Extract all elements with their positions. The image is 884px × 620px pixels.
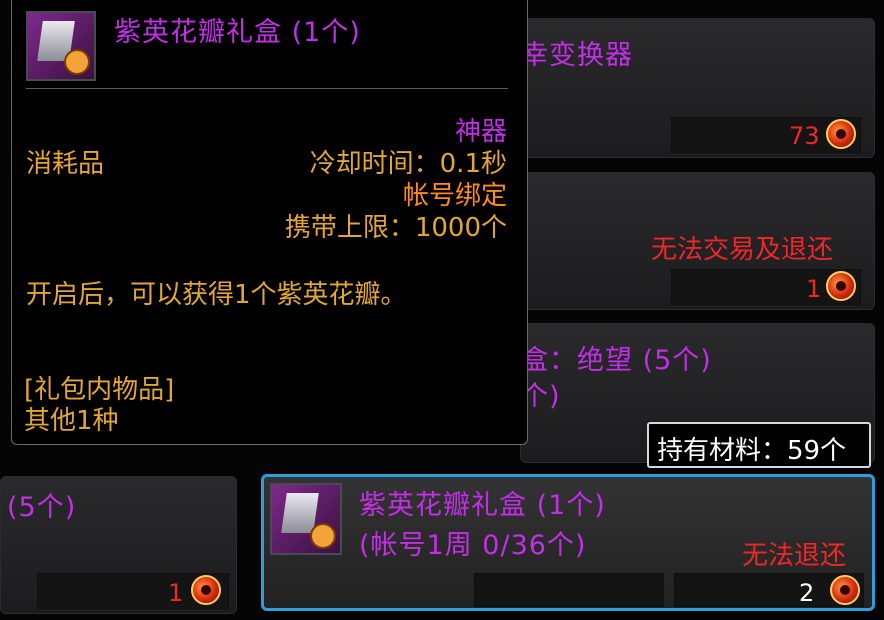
item-name: 幸变换器 [521,40,633,71]
item-name: 紫英花瓣礼盒 (1个) [359,490,606,521]
package-content: 其他1种 [24,406,119,436]
item-subtitle: (帐号1周 0/36个) [359,530,587,561]
purple-box-icon [270,483,342,555]
materials-label: 持有材料：59个 [657,436,847,466]
purple-box-icon [26,11,96,81]
item-tooltip: 紫英花瓣礼盒 (1个) 神器 消耗品 冷却时间：0.1秒 帐号绑定 携带上限：1… [11,0,528,445]
category-label: 消耗品 [26,149,105,179]
materials-counter: 持有材料：59个 [647,422,871,468]
price-slot [474,573,664,607]
coin-icon [826,119,856,149]
shop-item-selected[interactable]: 紫英花瓣礼盒 (1个) (帐号1周 0/36个) 无法退还 2 [261,474,875,611]
price-value: 2 [799,579,815,607]
tooltip-title: 紫英花瓣礼盒 (1个) [114,17,361,48]
item-name: (5个) [7,492,77,523]
price-value: 1 [168,579,184,607]
item-name: 盒：绝望 (5个) [521,345,712,376]
price-value: 73 [789,122,820,150]
coin-icon [826,271,856,301]
divider [26,88,508,89]
restriction-label: 无法退还 [742,541,847,571]
coin-icon [830,575,860,605]
description-text: 开启后，可以获得1个紫英花瓣。 [26,280,407,310]
shop-item-2[interactable]: 无法交易及退还 1 [520,172,875,310]
price-value: 1 [806,275,822,303]
coin-icon [191,575,221,605]
shop-item-4[interactable]: (5个) 1 [0,476,237,614]
shop-item-1[interactable]: 幸变换器 73 [520,18,875,158]
restriction-label: 无法交易及退还 [651,235,834,265]
carry-limit-label: 携带上限：1000个 [284,213,507,243]
